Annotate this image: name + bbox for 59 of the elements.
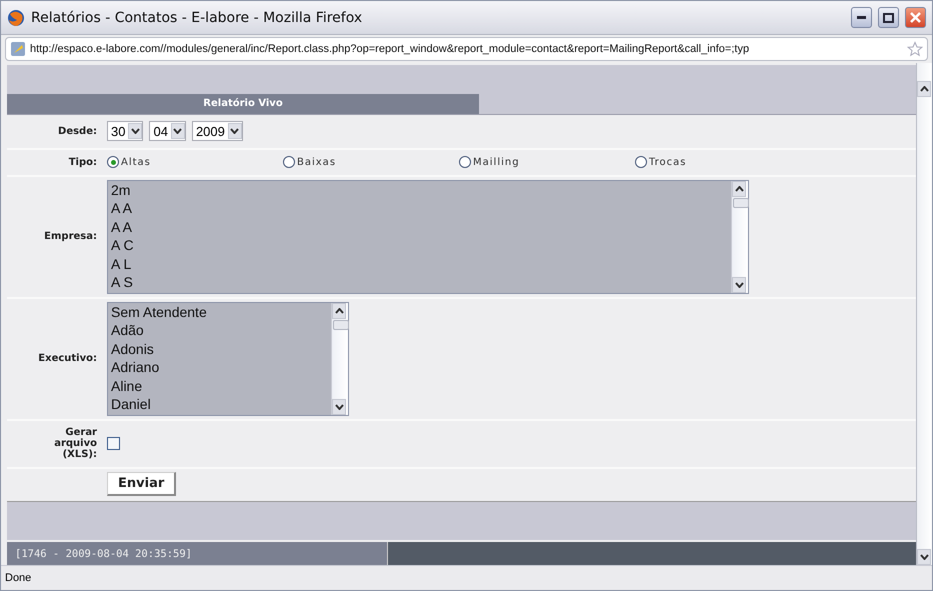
scroll-down-icon[interactable] bbox=[917, 549, 931, 565]
year-select[interactable]: 2009 bbox=[192, 121, 243, 142]
minimize-icon bbox=[857, 16, 866, 19]
radio-button[interactable] bbox=[107, 156, 119, 168]
list-option[interactable]: A C bbox=[111, 236, 731, 255]
field-label: Tipo: bbox=[68, 156, 98, 168]
list-option[interactable]: 2m bbox=[111, 180, 731, 200]
radio-button[interactable] bbox=[459, 156, 471, 168]
list-option[interactable]: A L bbox=[111, 254, 731, 274]
list-option[interactable]: Aline bbox=[111, 376, 331, 396]
maximize-icon bbox=[883, 12, 894, 22]
radio-button[interactable] bbox=[283, 156, 295, 168]
minimize-button[interactable] bbox=[851, 7, 872, 28]
radio-label: Baixas bbox=[297, 156, 336, 168]
field-label: Desde: bbox=[57, 126, 98, 137]
status-text: Done bbox=[5, 572, 32, 584]
dropdown-icon[interactable] bbox=[228, 123, 242, 140]
scroll-up-icon[interactable] bbox=[732, 180, 746, 197]
list-option[interactable]: A S bbox=[111, 273, 731, 292]
list-option[interactable]: Daniel bbox=[111, 395, 331, 414]
checkbox[interactable] bbox=[107, 437, 120, 450]
list-option[interactable]: Adonis bbox=[111, 340, 331, 358]
list-option[interactable]: A A bbox=[111, 218, 731, 236]
scroll-down-icon[interactable] bbox=[332, 398, 346, 415]
site-icon bbox=[10, 41, 26, 57]
close-icon bbox=[910, 12, 921, 23]
day-select[interactable]: 30 bbox=[107, 121, 144, 142]
footer-text: [1746 - 2009-08-04 20:35:59] bbox=[7, 542, 388, 566]
list-option[interactable]: Adão bbox=[111, 321, 331, 340]
browser-logo-icon bbox=[7, 8, 25, 26]
list-option[interactable]: A A bbox=[111, 199, 731, 218]
field-label: Empresa: bbox=[43, 231, 98, 242]
dropdown-icon[interactable] bbox=[128, 123, 142, 140]
scroll-thumb[interactable] bbox=[333, 320, 349, 330]
maximize-button[interactable] bbox=[878, 7, 899, 28]
list-option[interactable]: Sem Atendente bbox=[111, 302, 331, 322]
star-icon[interactable] bbox=[907, 41, 923, 57]
url-text: http://espaco.e-labore.com//modules/general/inc/Report.class.php?op=report_window&report_module=contact&report=MailingReport&call_info=;typ bbox=[30, 43, 750, 55]
list-option[interactable]: Adriano bbox=[111, 358, 331, 377]
list-box[interactable]: Sem Atendente Adão Adonis Adriano Aline Daniel bbox=[107, 302, 349, 416]
month-select[interactable]: 04 bbox=[149, 121, 186, 142]
field-label: Gerar arquivo (XLS): bbox=[53, 427, 98, 460]
radio-label: Mailling bbox=[473, 156, 520, 168]
scroll-up-icon[interactable] bbox=[917, 81, 931, 97]
list-box[interactable]: 2m A A A A A C A L A S bbox=[107, 180, 749, 294]
close-button[interactable] bbox=[905, 7, 926, 28]
window-title: Relatórios - Contatos - E-labore - Mozilla Firefox bbox=[31, 10, 364, 26]
address-bar[interactable]: http://espaco.e-labore.com//modules/general/inc/Report.class.php?op=report_window&report_module=contact&report=MailingReport&call_info=;typ bbox=[5, 37, 928, 61]
scroll-down-icon[interactable] bbox=[732, 276, 746, 293]
radio-button[interactable] bbox=[635, 156, 647, 168]
submit-button[interactable]: Enviar bbox=[107, 472, 176, 496]
scroll-thumb[interactable] bbox=[733, 198, 749, 208]
scrollbar[interactable] bbox=[916, 63, 932, 565]
panel-title: Relatório Vivo bbox=[7, 94, 479, 114]
radio-label: Trocas bbox=[649, 156, 686, 168]
scroll-up-icon[interactable] bbox=[332, 302, 346, 319]
field-label: Executivo: bbox=[37, 353, 98, 364]
radio-label: Altas bbox=[121, 156, 151, 168]
dropdown-icon[interactable] bbox=[170, 123, 185, 140]
